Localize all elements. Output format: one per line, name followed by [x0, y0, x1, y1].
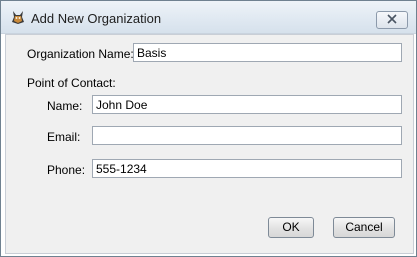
organization-name-field[interactable]: Basis [133, 43, 402, 62]
cancel-button[interactable]: Cancel [333, 217, 395, 238]
close-icon [386, 13, 398, 27]
contact-email-field[interactable] [92, 126, 402, 145]
contact-phone-label: Phone: [47, 163, 86, 177]
point-of-contact-label: Point of Contact: [27, 76, 116, 90]
title-bar[interactable]: Add New Organization [1, 1, 416, 34]
app-logo-icon [10, 9, 26, 25]
contact-email-label: Email: [47, 130, 81, 144]
contact-name-label: Name: [47, 99, 83, 113]
organization-name-label: Organization Name: [27, 47, 134, 61]
ok-button[interactable]: OK [268, 217, 314, 238]
dialog-content: Organization Name: Basis Point of Contac… [5, 34, 414, 254]
close-button[interactable] [376, 11, 408, 29]
window-title: Add New Organization [31, 11, 162, 26]
contact-phone-field[interactable]: 555-1234 [92, 159, 402, 178]
contact-name-field[interactable]: John Doe [92, 95, 402, 114]
dialog-window: Add New Organization Organization Name: … [0, 0, 417, 257]
